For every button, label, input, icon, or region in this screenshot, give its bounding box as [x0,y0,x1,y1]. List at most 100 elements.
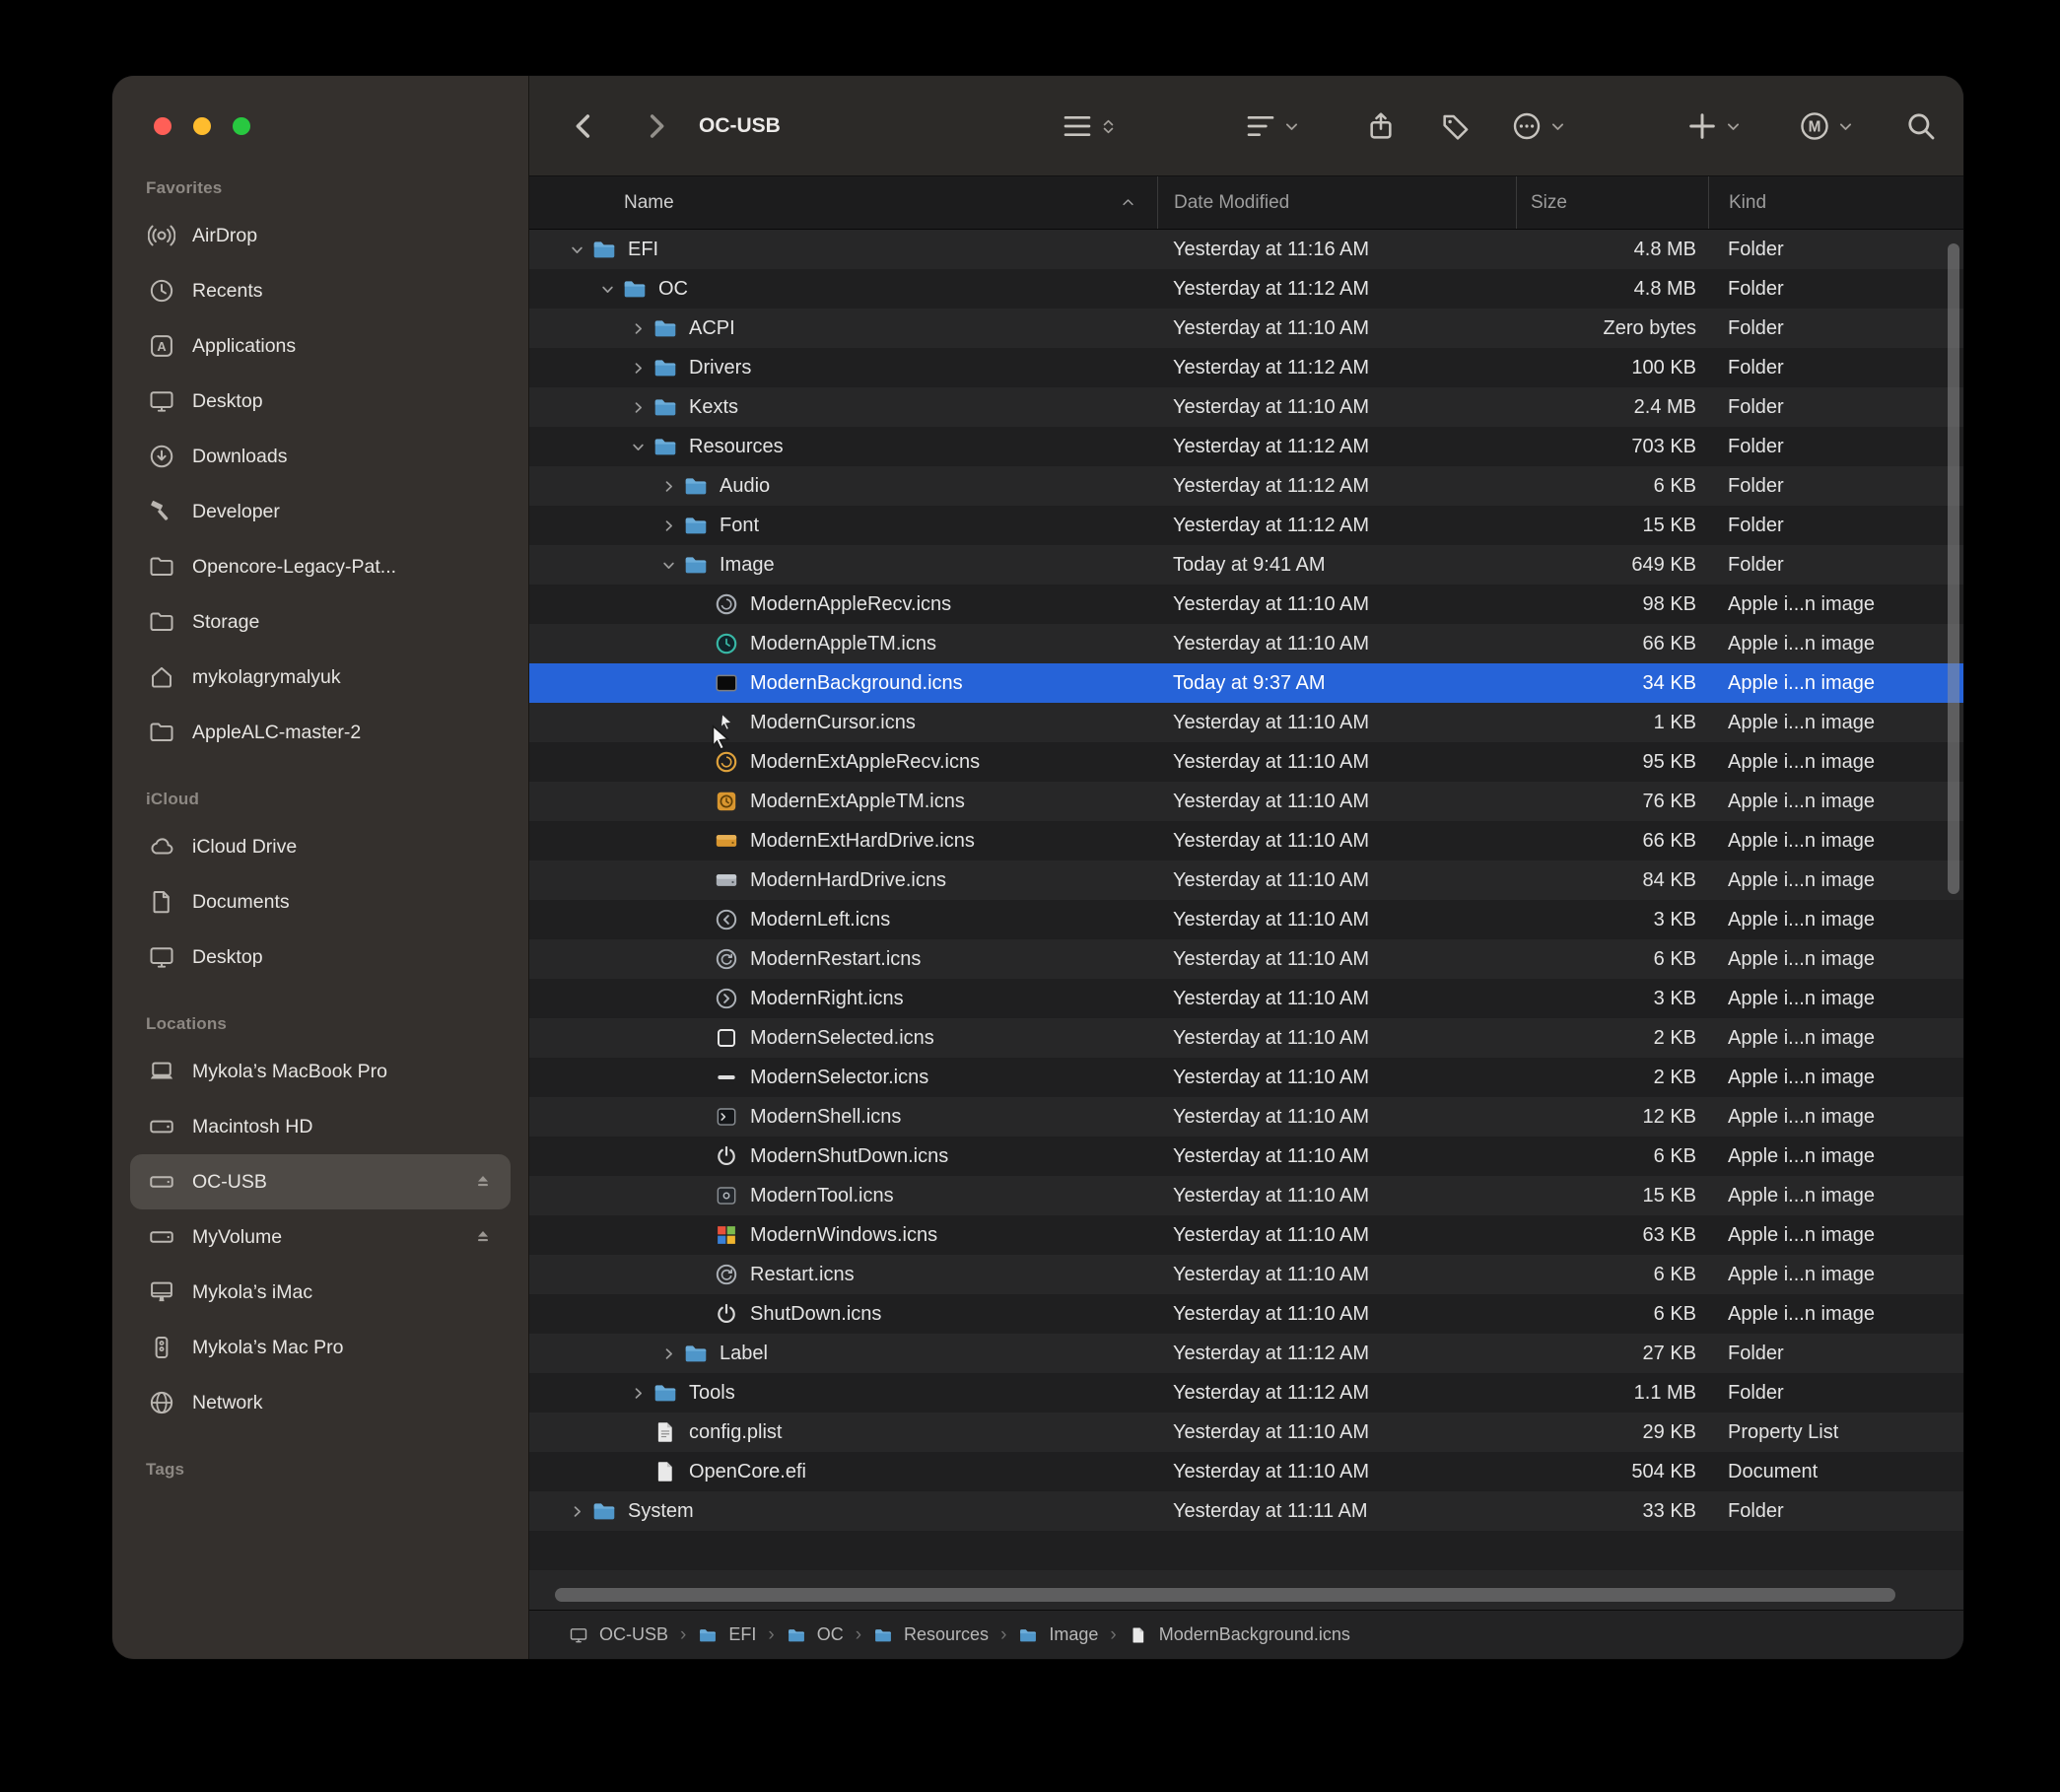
sidebar-item-opencore-legacy-pat-[interactable]: Opencore-Legacy-Pat... [130,539,511,594]
file-size: 4.8 MB [1516,239,1708,261]
file-row[interactable]: config.plistYesterday at 11:10 AM29 KBPr… [529,1413,1963,1452]
path-item[interactable]: EFI [698,1624,756,1646]
group-button[interactable] [1245,76,1300,176]
file-size: 95 KB [1516,751,1708,774]
file-row[interactable]: ModernAppleRecv.icnsYesterday at 11:10 A… [529,585,1963,624]
search-button[interactable] [1905,76,1937,176]
disclosure-chevron[interactable] [595,282,619,297]
file-name: ModernSelected.icns [750,1027,934,1050]
tag-button[interactable] [1440,76,1472,176]
account-button[interactable]: M [1799,76,1854,176]
sidebar-item-desktop[interactable]: Desktop [130,930,511,985]
file-row[interactable]: ModernAppleTM.icnsYesterday at 11:10 AM6… [529,624,1963,663]
sidebar-item-network[interactable]: Network [130,1375,511,1430]
sidebar-item-storage[interactable]: Storage [130,594,511,650]
sidebar-item-documents[interactable]: Documents [130,874,511,930]
sidebar-item-myvolume[interactable]: MyVolume [130,1209,511,1265]
file-row[interactable]: KextsYesterday at 11:10 AM2.4 MBFolder [529,387,1963,427]
file-row[interactable]: ModernLeft.icnsYesterday at 11:10 AM3 KB… [529,900,1963,939]
disclosure-chevron[interactable] [626,1386,650,1401]
vertical-scrollbar[interactable] [1948,243,1959,894]
file-row[interactable]: ModernWindows.icnsYesterday at 11:10 AM6… [529,1215,1963,1255]
zoom-window-button[interactable] [233,117,250,135]
file-name: ModernRestart.icns [750,948,921,971]
eject-icon[interactable] [473,1170,497,1194]
sidebar-item-developer[interactable]: Developer [130,484,511,539]
sidebar-item-mykola-s-mac-pro[interactable]: Mykola’s Mac Pro [130,1320,511,1375]
sidebar-item-mykolagrymalyuk[interactable]: mykolagrymalyuk [130,650,511,705]
file-row[interactable]: ModernSelector.icnsYesterday at 11:10 AM… [529,1058,1963,1097]
path-item[interactable]: OC-USB [569,1624,668,1646]
forward-button[interactable] [640,76,671,176]
disclosure-chevron[interactable] [626,400,650,415]
file-row[interactable]: Restart.icnsYesterday at 11:10 AM6 KBApp… [529,1255,1963,1294]
file-row[interactable]: ModernExtAppleRecv.icnsYesterday at 11:1… [529,742,1963,782]
disclosure-chevron[interactable] [656,558,680,573]
file-row[interactable]: ImageToday at 9:41 AM649 KBFolder [529,545,1963,585]
sidebar-item-icloud-drive[interactable]: iCloud Drive [130,819,511,874]
sidebar-item-mykola-s-macbook-pro[interactable]: Mykola’s MacBook Pro [130,1044,511,1099]
disclosure-chevron[interactable] [656,1346,680,1361]
file-row[interactable]: ModernExtHardDrive.icnsYesterday at 11:1… [529,821,1963,861]
file-row[interactable]: ShutDown.icnsYesterday at 11:10 AM6 KBAp… [529,1294,1963,1334]
column-header-size[interactable]: Size [1516,176,1708,229]
file-row[interactable]: ResourcesYesterday at 11:12 AM703 KBFold… [529,427,1963,466]
disclosure-chevron[interactable] [656,479,680,494]
path-item[interactable]: Resources [873,1624,989,1646]
sidebar-item-downloads[interactable]: Downloads [130,429,511,484]
file-row[interactable]: ModernTool.icnsYesterday at 11:10 AM15 K… [529,1176,1963,1215]
column-header-name[interactable]: Name [529,176,1157,229]
column-header-kind[interactable]: Kind [1708,176,1963,229]
add-button[interactable] [1686,76,1742,176]
file-row[interactable]: FontYesterday at 11:12 AM15 KBFolder [529,506,1963,545]
file-row[interactable]: AudioYesterday at 11:12 AM6 KBFolder [529,466,1963,506]
file-row[interactable]: ModernCursor.icnsYesterday at 11:10 AM1 … [529,703,1963,742]
ellipsis-circle-icon [1511,110,1543,142]
file-row[interactable]: OCYesterday at 11:12 AM4.8 MBFolder [529,269,1963,309]
sidebar-item-recents[interactable]: Recents [130,263,511,318]
file-row[interactable]: ModernRestart.icnsYesterday at 11:10 AM6… [529,939,1963,979]
horizontal-scrollbar[interactable] [555,1588,1895,1602]
share-button[interactable] [1365,76,1397,176]
sidebar-item-airdrop[interactable]: AirDrop [130,208,511,263]
file-row[interactable]: OpenCore.efiYesterday at 11:10 AM504 KBD… [529,1452,1963,1491]
file-row[interactable]: ModernBackground.icnsToday at 9:37 AM34 … [529,663,1963,703]
file-row[interactable]: ModernShell.icnsYesterday at 11:10 AM12 … [529,1097,1963,1137]
sidebar-item-oc-usb[interactable]: OC-USB [130,1154,511,1209]
sidebar-item-applealc-master-2[interactable]: AppleALC-master-2 [130,705,511,760]
disclosure-chevron[interactable] [626,440,650,454]
disclosure-chevron[interactable] [626,321,650,336]
sidebar-item-desktop[interactable]: Desktop [130,374,511,429]
disclosure-chevron[interactable] [565,242,588,257]
disclosure-chevron[interactable] [565,1504,588,1519]
path-item[interactable]: ModernBackground.icns [1129,1624,1350,1646]
minimize-window-button[interactable] [193,117,211,135]
file-row[interactable]: ACPIYesterday at 11:10 AMZero bytesFolde… [529,309,1963,348]
eject-icon[interactable] [473,1225,497,1249]
path-item[interactable]: OC [787,1624,844,1646]
file-row[interactable]: ModernRight.icnsYesterday at 11:10 AM3 K… [529,979,1963,1018]
back-button[interactable] [569,76,600,176]
sidebar-item-macintosh-hd[interactable]: Macintosh HD [130,1099,511,1154]
sidebar-item-mykola-s-imac[interactable]: Mykola’s iMac [130,1265,511,1320]
sidebar-item-applications[interactable]: AApplications [130,318,511,374]
file-row[interactable]: ModernExtAppleTM.icnsYesterday at 11:10 … [529,782,1963,821]
disclosure-chevron[interactable] [656,518,680,533]
file-date: Yesterday at 11:12 AM [1157,475,1516,498]
file-kind: Folder [1708,475,1963,498]
view-button[interactable] [1062,76,1117,176]
file-row[interactable]: ModernSelected.icnsYesterday at 11:10 AM… [529,1018,1963,1058]
file-row[interactable]: ToolsYesterday at 11:12 AM1.1 MBFolder [529,1373,1963,1413]
file-row[interactable]: EFIYesterday at 11:16 AM4.8 MBFolder [529,230,1963,269]
more-button[interactable] [1511,76,1566,176]
close-window-button[interactable] [154,117,172,135]
file-row[interactable]: DriversYesterday at 11:12 AM100 KBFolder [529,348,1963,387]
file-row[interactable]: SystemYesterday at 11:11 AM33 KBFolder [529,1491,1963,1531]
path-item[interactable]: Image [1018,1624,1098,1646]
disclosure-chevron[interactable] [626,361,650,376]
file-row[interactable]: LabelYesterday at 11:12 AM27 KBFolder [529,1334,1963,1373]
file-row[interactable]: ModernHardDrive.icnsYesterday at 11:10 A… [529,861,1963,900]
file-row[interactable]: ModernShutDown.icnsYesterday at 11:10 AM… [529,1137,1963,1176]
column-header-date-modified[interactable]: Date Modified [1157,176,1516,229]
file-name-cell: ModernRight.icns [529,985,1157,1012]
